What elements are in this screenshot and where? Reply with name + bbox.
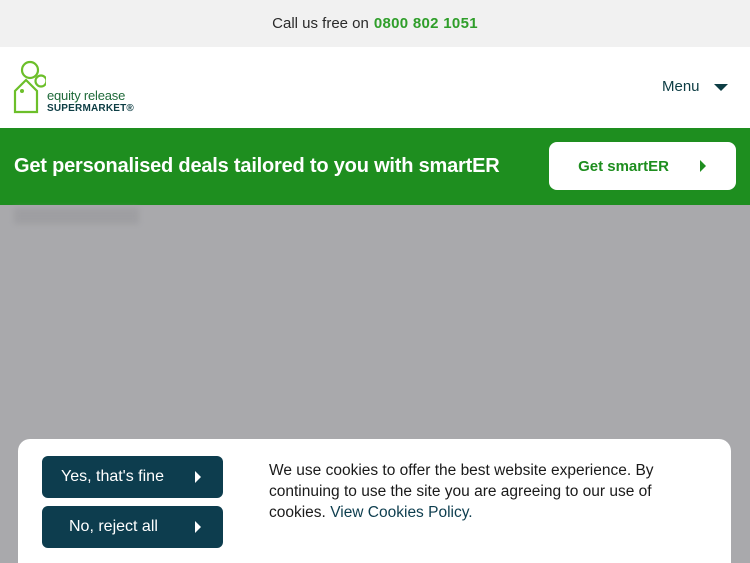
cookie-message: We use cookies to offer the best website… [269,460,689,523]
call-text: Call us free on [272,15,369,32]
accept-cookies-label: Yes, that's fine [61,468,164,485]
logo-house-icon [13,60,46,114]
caret-right-icon [195,471,201,483]
accept-cookies-button[interactable]: Yes, that's fine [42,456,223,498]
logo-text-line2: SUPERMARKET® [47,103,134,114]
phone-link[interactable]: 0800 802 1051 [374,15,478,32]
cookies-policy-link[interactable]: View Cookies Policy. [330,504,472,521]
cookie-banner: Yes, that's fine No, reject all We use c… [18,439,731,563]
chevron-down-icon [713,83,728,91]
menu-label: Menu [662,78,700,95]
caret-right-icon [699,160,706,172]
promo-text: Get personalised deals tailored to you w… [14,155,500,177]
caret-right-icon [195,521,201,533]
menu-button[interactable]: Menu [662,78,729,95]
logo-text-line1: equity release [47,88,126,103]
get-smarter-label: Get smartER [578,157,669,175]
logo[interactable]: equity release SUPERMARKET® [12,60,162,118]
reject-cookies-button[interactable]: No, reject all [42,506,223,548]
site-header: equity release SUPERMARKET® Menu [0,47,750,128]
promo-banner: Get personalised deals tailored to you w… [0,128,750,205]
blurred-content [14,208,139,224]
get-smarter-button[interactable]: Get smartER [549,142,736,190]
reject-cookies-label: No, reject all [69,518,158,535]
top-bar: Call us free on 0800 802 1051 [0,0,750,47]
